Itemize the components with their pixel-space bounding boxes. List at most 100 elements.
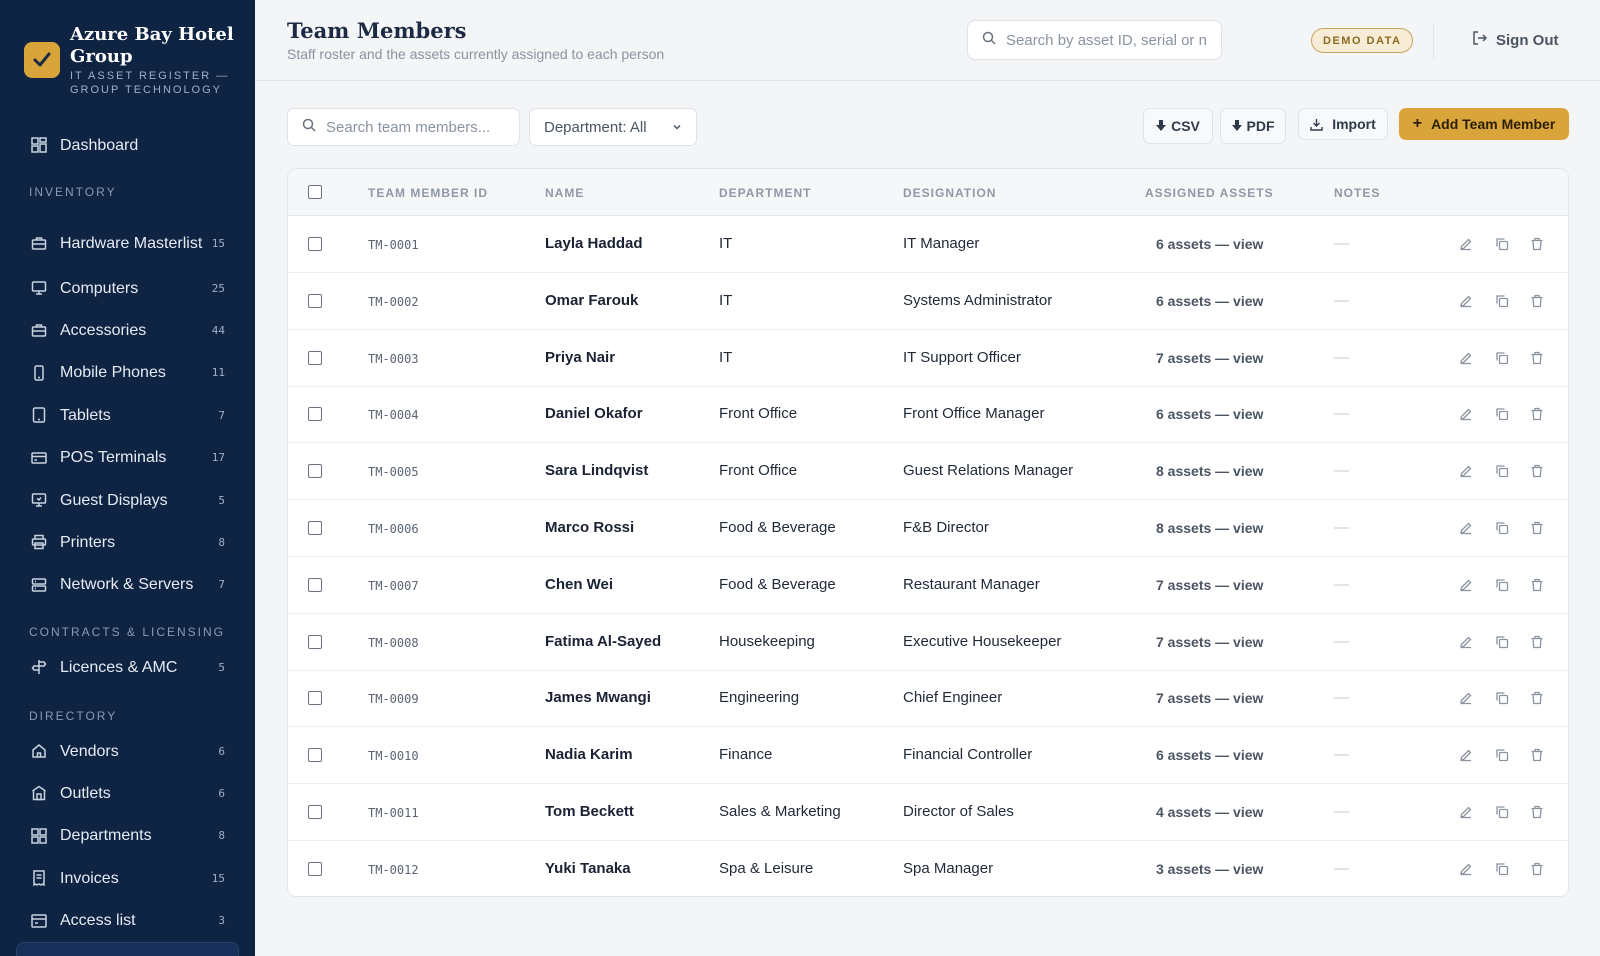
sign-out-button[interactable]: Sign Out [1472, 30, 1559, 50]
assigned-assets-link[interactable]: 7 assets — view [1156, 690, 1263, 706]
member-search[interactable] [287, 108, 520, 146]
team-member-name[interactable]: Tom Beckett [545, 803, 634, 820]
assigned-assets-link[interactable]: 6 assets — view [1156, 747, 1263, 763]
sidebar-item-network-servers[interactable]: Network & Servers 7 [0, 564, 255, 606]
assigned-assets-link[interactable]: 7 assets — view [1156, 350, 1263, 366]
row-checkbox[interactable] [308, 464, 322, 479]
sidebar-item-licences-amc[interactable]: Licences & AMC 5 [0, 646, 255, 688]
edit-icon[interactable] [1457, 633, 1475, 651]
table-row[interactable]: TM-0009 James Mwangi Engineering Chief Engi… [288, 670, 1568, 728]
row-checkbox[interactable] [308, 577, 322, 592]
table-row[interactable]: TM-0004 Daniel Okafor Front Office Front Of… [288, 386, 1568, 444]
select-all-checkbox[interactable] [308, 185, 322, 199]
delete-icon[interactable] [1528, 519, 1546, 537]
global-search[interactable] [967, 20, 1222, 60]
team-member-name[interactable]: Nadia Karim [545, 746, 633, 763]
team-member-name[interactable]: Marco Rossi [545, 519, 634, 536]
department-filter-select[interactable]: Department: All [529, 108, 697, 146]
row-checkbox[interactable] [308, 748, 322, 763]
assigned-assets-link[interactable]: 8 assets — view [1156, 463, 1263, 479]
edit-icon[interactable] [1457, 349, 1475, 367]
table-row[interactable]: TM-0003 Priya Nair IT IT Support Officer 7 a… [288, 330, 1568, 387]
duplicate-icon[interactable] [1493, 576, 1511, 594]
edit-icon[interactable] [1457, 235, 1475, 253]
sidebar-item-vendors[interactable]: Vendors 6 [0, 730, 255, 772]
assigned-assets-link[interactable]: 4 assets — view [1156, 804, 1263, 820]
sidebar-item-tablets[interactable]: Tablets 7 [0, 394, 255, 436]
duplicate-icon[interactable] [1493, 633, 1511, 651]
sidebar-item-pos-terminals[interactable]: POS Terminals 17 [0, 437, 255, 479]
team-member-name[interactable]: Priya Nair [545, 349, 615, 366]
assigned-assets-link[interactable]: 7 assets — view [1156, 577, 1263, 593]
edit-icon[interactable] [1457, 689, 1475, 707]
sidebar-item-access-list[interactable]: Access list 3 [0, 900, 255, 942]
duplicate-icon[interactable] [1493, 462, 1511, 480]
duplicate-icon[interactable] [1493, 405, 1511, 423]
assigned-assets-link[interactable]: 6 assets — view [1156, 293, 1263, 309]
team-member-name[interactable]: Omar Farouk [545, 292, 638, 309]
duplicate-icon[interactable] [1493, 746, 1511, 764]
table-row[interactable]: TM-0008 Fatima Al-Sayed Housekeeping Execut… [288, 614, 1568, 671]
col-header-id[interactable]: TEAM MEMBER ID [368, 186, 488, 200]
delete-icon[interactable] [1528, 349, 1546, 367]
table-row[interactable]: TM-0001 Layla Haddad IT IT Manager 6 assets … [288, 216, 1568, 273]
delete-icon[interactable] [1528, 405, 1546, 423]
sidebar-item-computers[interactable]: Computers 25 [0, 267, 255, 309]
team-member-name[interactable]: James Mwangi [545, 689, 651, 706]
edit-icon[interactable] [1457, 462, 1475, 480]
import-button[interactable]: Import [1298, 108, 1388, 140]
table-row[interactable]: TM-0012 Yuki Tanaka Spa & Leisure Spa Manag… [288, 841, 1568, 896]
duplicate-icon[interactable] [1493, 519, 1511, 537]
global-search-input[interactable] [1006, 31, 1206, 49]
table-row[interactable]: TM-0011 Tom Beckett Sales & Marketing Direc… [288, 784, 1568, 841]
sidebar-item-dashboard[interactable]: Dashboard [0, 124, 255, 166]
assigned-assets-link[interactable]: 6 assets — view [1156, 406, 1263, 422]
sidebar-item-accessories[interactable]: Accessories 44 [0, 309, 255, 351]
col-header-assigned-assets[interactable]: ASSIGNED ASSETS [1145, 186, 1274, 200]
table-row[interactable]: TM-0006 Marco Rossi Food & Beverage F&B Dir… [288, 500, 1568, 557]
row-checkbox[interactable] [308, 407, 322, 422]
row-checkbox[interactable] [308, 521, 322, 535]
delete-icon[interactable] [1528, 292, 1546, 310]
sidebar-item-departments[interactable]: Departments 8 [0, 815, 255, 857]
sidebar-item-printers[interactable]: Printers 8 [0, 521, 255, 563]
delete-icon[interactable] [1528, 235, 1546, 253]
team-member-name[interactable]: Daniel Okafor [545, 405, 643, 422]
team-member-name[interactable]: Fatima Al-Sayed [545, 633, 661, 650]
edit-icon[interactable] [1457, 860, 1475, 878]
edit-icon[interactable] [1457, 576, 1475, 594]
assigned-assets-link[interactable]: 3 assets — view [1156, 861, 1263, 877]
delete-icon[interactable] [1528, 860, 1546, 878]
assigned-assets-link[interactable]: 8 assets — view [1156, 520, 1263, 536]
sidebar-item-mobile-phones[interactable]: Mobile Phones 11 [0, 352, 255, 394]
duplicate-icon[interactable] [1493, 803, 1511, 821]
edit-icon[interactable] [1457, 746, 1475, 764]
edit-icon[interactable] [1457, 292, 1475, 310]
sidebar-footer-button[interactable] [16, 942, 239, 956]
table-row[interactable]: TM-0010 Nadia Karim Finance Financial Contr… [288, 727, 1568, 785]
row-checkbox[interactable] [308, 293, 322, 308]
col-header-department[interactable]: DEPARTMENT [719, 186, 811, 200]
sidebar-item-invoices[interactable]: Invoices 15 [0, 857, 255, 899]
row-checkbox[interactable] [308, 691, 322, 706]
duplicate-icon[interactable] [1493, 235, 1511, 253]
row-checkbox[interactable] [308, 861, 322, 876]
col-header-name[interactable]: NAME [545, 186, 584, 200]
duplicate-icon[interactable] [1493, 860, 1511, 878]
sidebar-item-outlets[interactable]: Outlets 6 [0, 772, 255, 814]
add-team-member-button[interactable]: + Add Team Member [1399, 108, 1569, 140]
table-row[interactable]: TM-0002 Omar Farouk IT Systems Administrato… [288, 273, 1568, 330]
duplicate-icon[interactable] [1493, 349, 1511, 367]
row-checkbox[interactable] [308, 634, 322, 649]
edit-icon[interactable] [1457, 405, 1475, 423]
assigned-assets-link[interactable]: 7 assets — view [1156, 634, 1263, 650]
row-checkbox[interactable] [308, 237, 322, 251]
col-header-notes[interactable]: NOTES [1334, 186, 1380, 200]
delete-icon[interactable] [1528, 633, 1546, 651]
sidebar-item-hardware-masterlist[interactable]: Hardware Masterlist 15 [0, 218, 255, 268]
export-csv-button[interactable]: CSV [1143, 108, 1213, 144]
delete-icon[interactable] [1528, 576, 1546, 594]
duplicate-icon[interactable] [1493, 292, 1511, 310]
delete-icon[interactable] [1528, 462, 1546, 480]
row-checkbox[interactable] [308, 350, 322, 365]
